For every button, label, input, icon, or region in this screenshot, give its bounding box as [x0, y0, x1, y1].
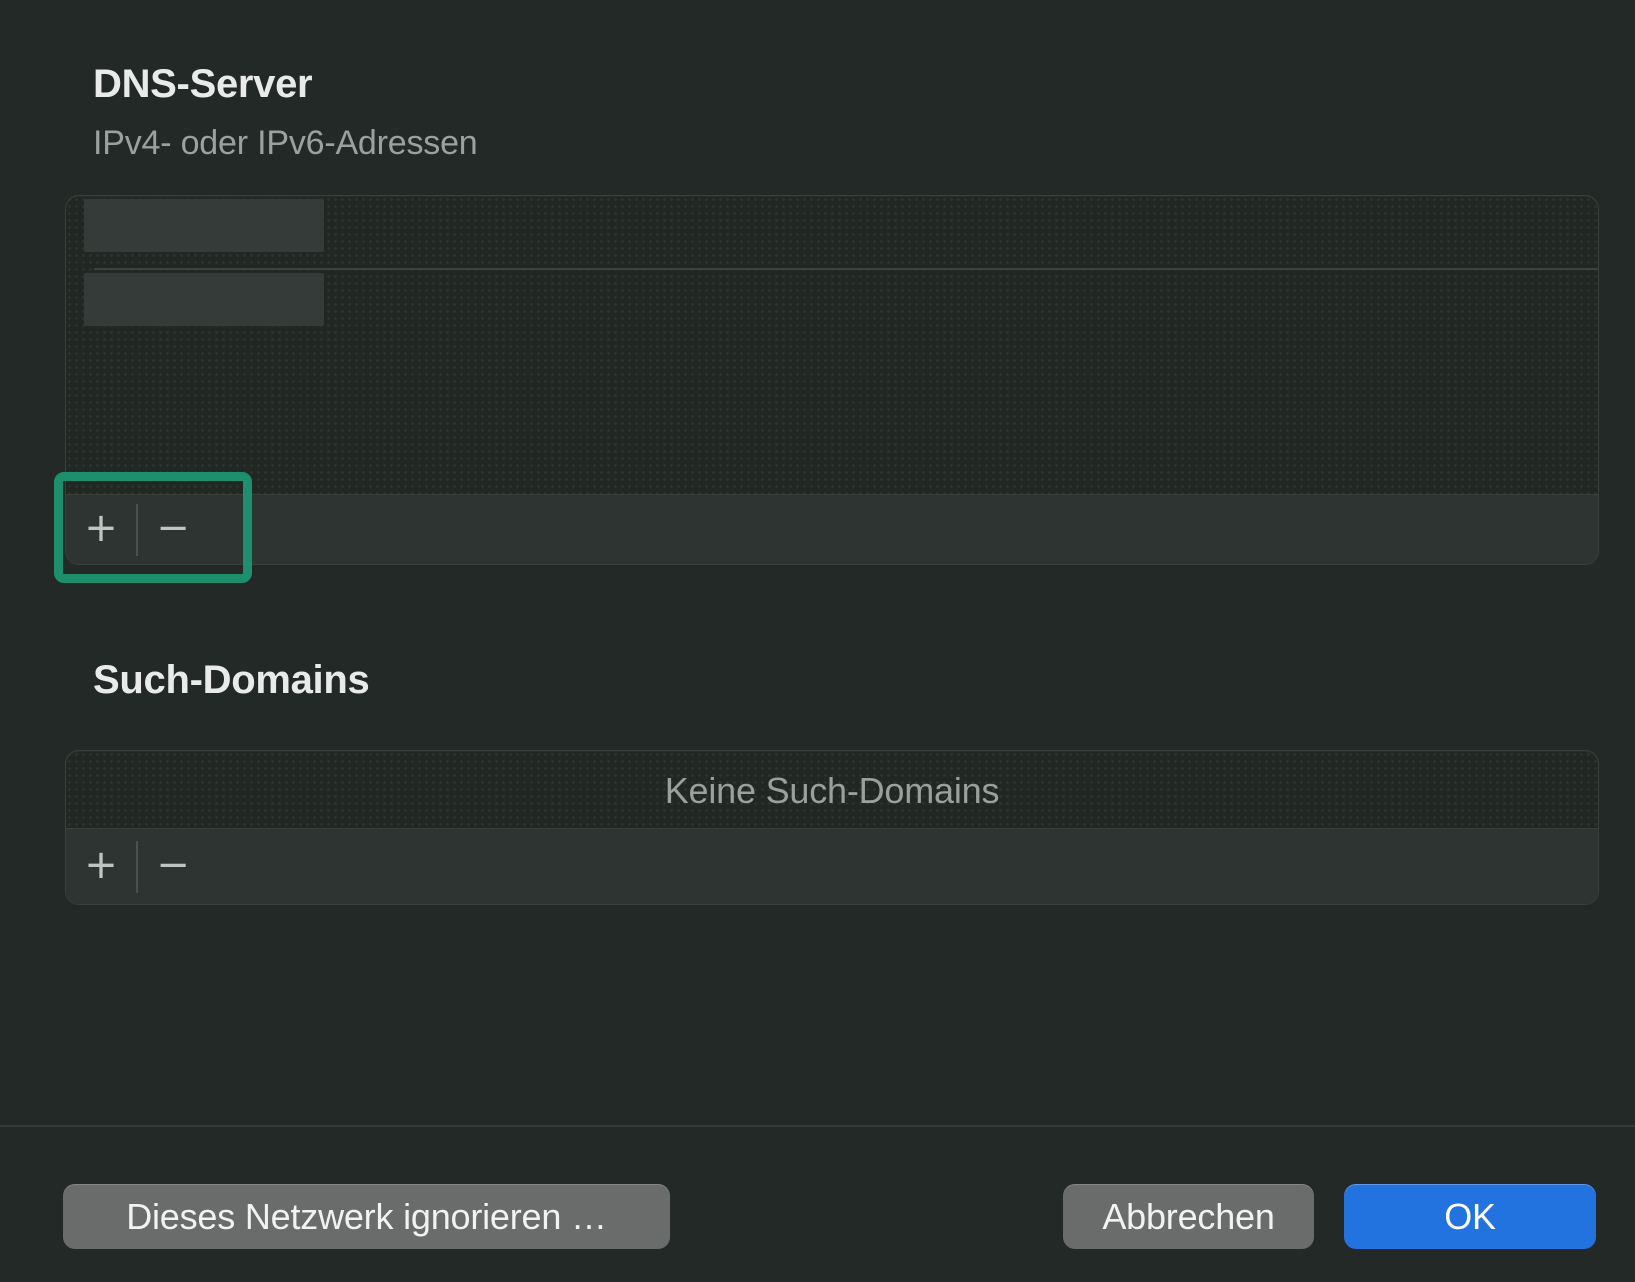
search-domains-section-title: Such-Domains [93, 658, 369, 703]
dns-section-subtitle: IPv4- oder IPv6-Adressen [93, 124, 478, 163]
ok-button[interactable]: OK [1344, 1184, 1596, 1249]
remove-dns-server-button[interactable]: − [138, 495, 208, 564]
search-domains-toolbar: + − [66, 828, 1598, 904]
add-search-domain-button[interactable]: + [66, 829, 136, 904]
redacted-dns-address [84, 199, 324, 252]
network-details-dialog: { "colors": { "background": "#232927", "… [0, 0, 1635, 1282]
search-domains-empty-label: Keine Such-Domains [66, 751, 1598, 830]
dns-entry-row[interactable] [66, 196, 1598, 268]
dns-server-rows [66, 196, 1598, 494]
remove-search-domain-button[interactable]: − [138, 829, 208, 904]
dns-entry-row[interactable] [66, 270, 1598, 342]
ignore-network-button[interactable]: Dieses Netzwerk ignorieren … [63, 1184, 670, 1249]
redacted-dns-address [84, 273, 324, 326]
cancel-button[interactable]: Abbrechen [1063, 1184, 1314, 1249]
footer-divider [0, 1125, 1635, 1127]
dns-list-toolbar: + − [66, 494, 1598, 564]
dns-server-list: + − [65, 195, 1599, 565]
add-dns-server-button[interactable]: + [66, 495, 136, 564]
dns-section-title: DNS-Server [93, 62, 312, 107]
search-domains-list: Keine Such-Domains + − [65, 750, 1599, 905]
